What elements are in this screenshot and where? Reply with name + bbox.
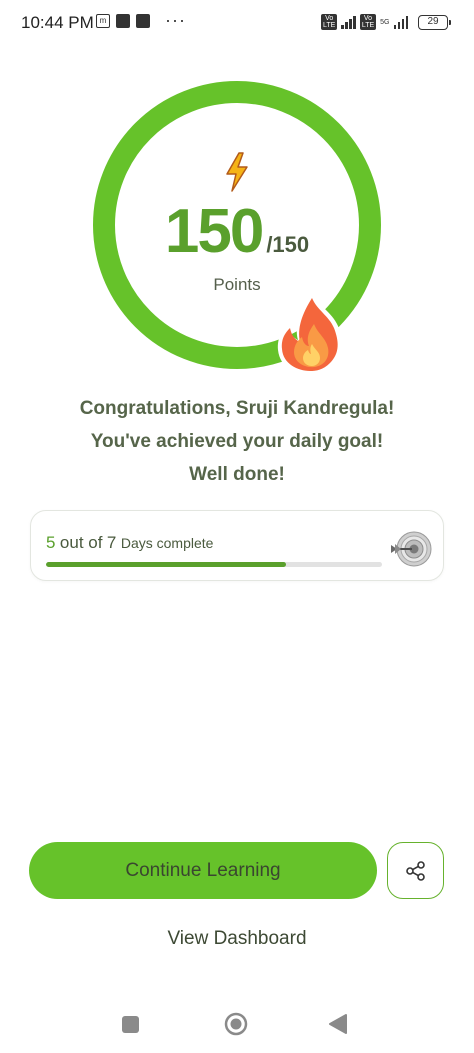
signal-icon <box>341 15 356 29</box>
status-time: 10:44 PM <box>21 13 94 32</box>
target-icon <box>391 531 432 567</box>
notification-icon <box>116 14 130 28</box>
view-dashboard-link[interactable]: View Dashboard <box>0 928 474 950</box>
battery-icon: 29 <box>418 14 451 30</box>
signal-icon <box>393 15 408 29</box>
status-bar: 10:44 PM m ··· Vo LTE Vo LTE 5G 29 <box>0 0 474 46</box>
points-score: 150/150 <box>0 196 474 267</box>
days-complete-label: Days complete <box>120 535 214 551</box>
volte-icon: Vo LTE <box>321 14 338 30</box>
more-notifications-icon: ··· <box>165 10 186 30</box>
days-out-of: out of <box>59 533 103 552</box>
share-icon <box>406 861 425 881</box>
volte-icon: Vo LTE <box>359 14 377 30</box>
share-button[interactable] <box>387 842 444 899</box>
fire-icon <box>277 292 343 375</box>
points-value: 150 <box>164 197 264 266</box>
back-button[interactable] <box>328 1013 348 1035</box>
points-max: /150 <box>266 232 310 257</box>
lightning-icon <box>226 152 248 192</box>
points-label: Points <box>213 275 261 294</box>
continue-learning-button[interactable]: Continue Learning <box>29 842 377 899</box>
days-total: 7 <box>106 533 117 552</box>
days-progress-text: 5 out of 7 Days complete <box>46 533 213 553</box>
notification-icon <box>136 14 150 28</box>
days-progress-bar <box>46 562 382 567</box>
days-progress-card: 5 out of 7 Days complete <box>30 510 444 581</box>
m-icon: m <box>96 14 110 28</box>
home-button[interactable] <box>224 1012 248 1036</box>
congratulations-message: Congratulations, Sruji Kandregula! <box>79 398 395 419</box>
days-completed: 5 <box>46 533 56 552</box>
status-indicators: Vo LTE Vo LTE 5G 29 <box>321 14 451 30</box>
well-done-message: Well done! <box>189 464 285 485</box>
recent-apps-button[interactable] <box>122 1016 139 1033</box>
goal-achieved-message: You've achieved your daily goal! <box>90 431 384 452</box>
days-progress-fill <box>46 562 286 567</box>
status-notification-icons: m <box>96 14 150 28</box>
network-type: 5G <box>380 18 390 26</box>
